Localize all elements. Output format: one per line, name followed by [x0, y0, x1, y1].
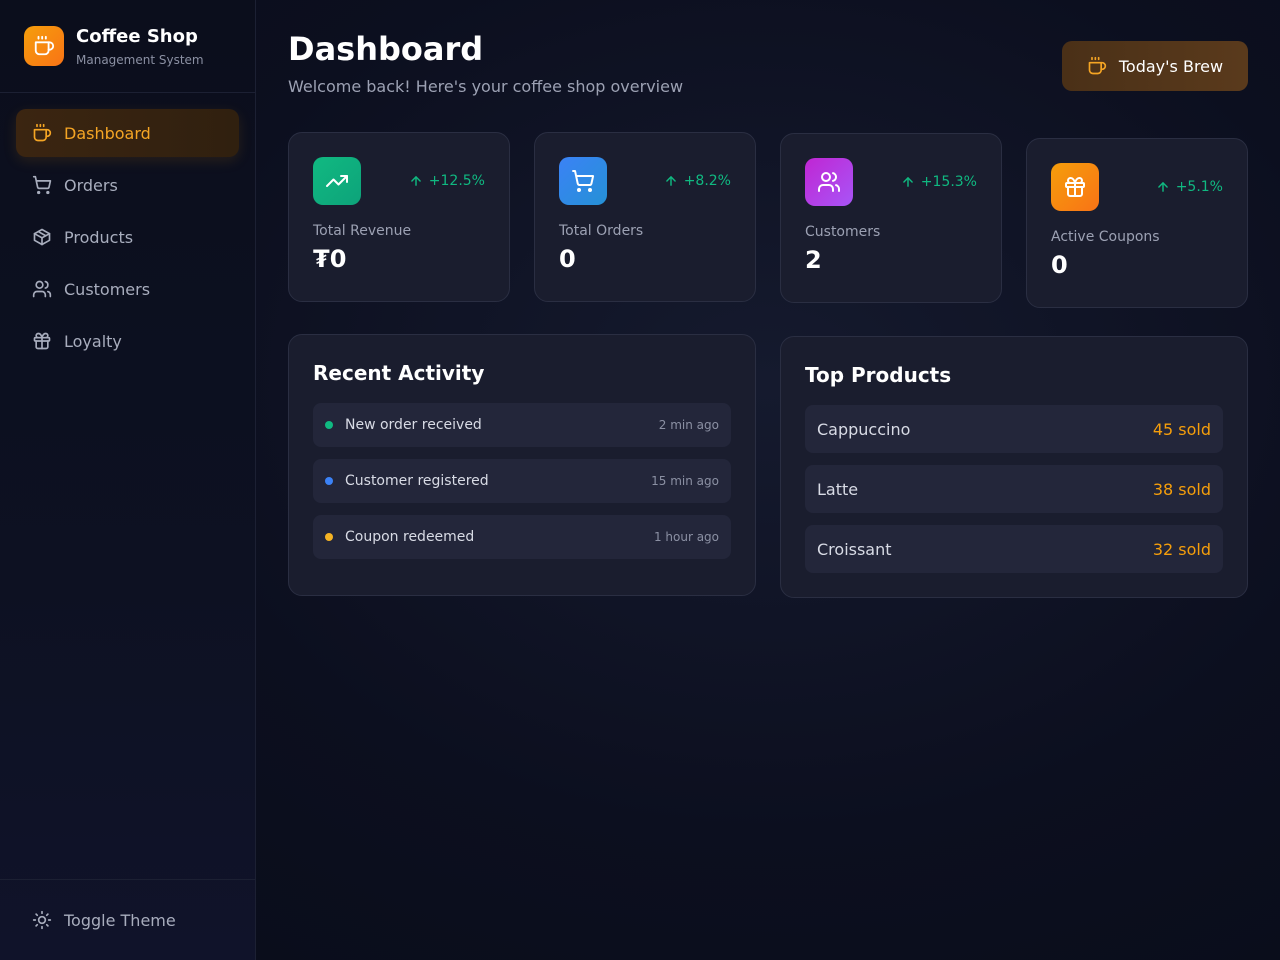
stat-card-orders: +8.2% Total Orders 0 [534, 132, 756, 302]
sidebar-item-orders[interactable]: Orders [16, 161, 239, 209]
stat-value: 0 [559, 245, 576, 273]
activity-text: Coupon redeemed [345, 529, 475, 545]
sidebar-item-label: Loyalty [64, 331, 122, 351]
sidebar-footer: Toggle Theme [0, 879, 255, 960]
stat-change-value: +12.5% [428, 173, 485, 189]
arrow-up-icon [901, 175, 915, 189]
activity-item[interactable]: Customer registered 15 min ago [313, 459, 731, 503]
activity-time: 1 hour ago [653, 530, 719, 544]
stat-change-value: +15.3% [920, 174, 977, 190]
sidebar-item-label: Products [64, 227, 134, 247]
coffee-cup-icon [32, 123, 52, 143]
sidebar-item-loyalty[interactable]: Loyalty [16, 317, 239, 365]
product-name: Latte [817, 479, 859, 499]
stat-value: 0 [1051, 251, 1068, 279]
toggle-theme-button[interactable]: Toggle Theme [16, 896, 239, 944]
sidebar-item-products[interactable]: Products [16, 213, 239, 261]
stat-change-value: +5.1% [1175, 179, 1223, 195]
stat-label: Active Coupons [1051, 229, 1160, 245]
page-subtitle: Welcome back! Here's your coffee shop ov… [288, 77, 684, 96]
activity-item[interactable]: New order received 2 min ago [313, 403, 731, 447]
arrow-up-icon [664, 174, 678, 188]
stat-change: +15.3% [901, 174, 977, 190]
stat-value: ₮0 [313, 245, 347, 273]
product-item[interactable]: Latte 38 sold [805, 465, 1223, 513]
users-icon [32, 279, 52, 299]
app-root: Coffee Shop Management System Dashboard … [0, 0, 1280, 960]
product-name: Croissant [817, 539, 892, 559]
product-sold: 38 sold [1152, 479, 1211, 499]
sidebar-item-customers[interactable]: Customers [16, 265, 239, 313]
stat-change: +12.5% [409, 173, 485, 189]
stat-change: +8.2% [664, 173, 731, 189]
toggle-theme-label: Toggle Theme [64, 910, 176, 930]
activity-item[interactable]: Coupon redeemed 1 hour ago [313, 515, 731, 559]
product-name: Cappuccino [817, 419, 911, 439]
brand-header: Coffee Shop Management System [0, 0, 255, 93]
sidebar-item-label: Orders [64, 175, 118, 195]
stat-card-coupons: +5.1% Active Coupons 0 [1026, 138, 1248, 308]
trending-up-icon [313, 157, 361, 205]
product-item[interactable]: Croissant 32 sold [805, 525, 1223, 573]
gift-icon [32, 331, 52, 351]
sidebar-item-label: Customers [64, 279, 151, 299]
package-icon [32, 227, 52, 247]
activity-text: New order received [345, 417, 482, 433]
product-sold: 45 sold [1152, 419, 1211, 439]
coffee-cup-icon [1087, 56, 1107, 76]
brand-title: Coffee Shop [76, 26, 198, 47]
activity-time: 15 min ago [651, 474, 719, 488]
status-dot [325, 533, 333, 541]
stat-change-value: +8.2% [683, 173, 731, 189]
top-products-panel: Top Products Cappuccino 45 sold Latte 38… [780, 336, 1248, 598]
stat-card-customers: +15.3% Customers 2 [780, 133, 1002, 303]
status-dot [325, 421, 333, 429]
stat-label: Total Orders [559, 223, 644, 239]
stat-change: +5.1% [1156, 179, 1223, 195]
gift-icon [1051, 163, 1099, 211]
brand-subtitle: Management System [76, 53, 204, 67]
panel-title: Top Products [805, 363, 952, 387]
panel-title: Recent Activity [313, 361, 485, 385]
sidebar: Coffee Shop Management System Dashboard … [0, 0, 256, 960]
status-dot [325, 477, 333, 485]
product-sold: 32 sold [1152, 539, 1211, 559]
cart-icon [32, 175, 52, 195]
page-title: Dashboard [288, 30, 484, 68]
sidebar-item-label: Dashboard [64, 123, 151, 143]
activity-time: 2 min ago [658, 418, 719, 432]
todays-brew-button[interactable]: Today's Brew [1062, 41, 1248, 91]
activity-text: Customer registered [345, 473, 489, 489]
sidebar-item-dashboard[interactable]: Dashboard [16, 109, 239, 157]
stat-card-revenue: +12.5% Total Revenue ₮0 [288, 132, 510, 302]
stat-value: 2 [805, 246, 822, 274]
arrow-up-icon [1156, 180, 1170, 194]
recent-activity-panel: Recent Activity New order received 2 min… [288, 334, 756, 596]
cart-icon [559, 157, 607, 205]
stat-label: Total Revenue [313, 223, 412, 239]
sun-icon [32, 910, 52, 930]
arrow-up-icon [409, 174, 423, 188]
users-icon [805, 158, 853, 206]
stat-label: Customers [805, 224, 881, 240]
coffee-cup-icon [24, 26, 64, 66]
todays-brew-label: Today's Brew [1118, 56, 1224, 76]
product-item[interactable]: Cappuccino 45 sold [805, 405, 1223, 453]
